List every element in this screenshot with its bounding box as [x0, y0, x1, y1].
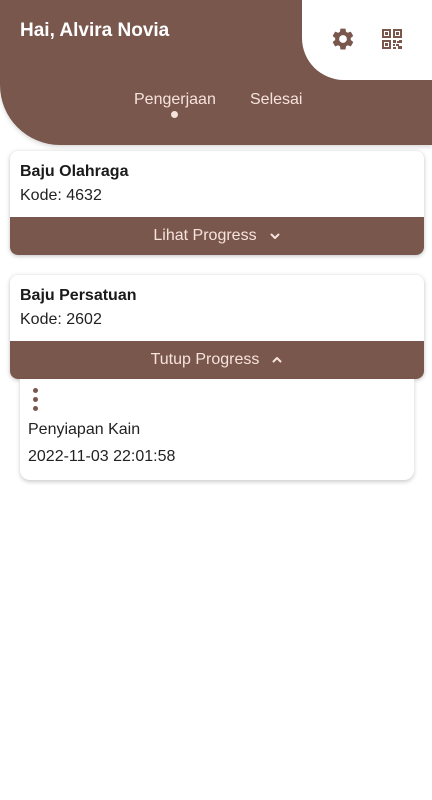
order-card: Baju Persatuan Kode: 2602 Tutup Progress — [10, 275, 424, 379]
order-card: Baju Olahraga Kode: 4632 Lihat Progress — [10, 151, 424, 255]
qr-scan-button[interactable] — [378, 25, 406, 53]
order-name: Baju Persatuan — [20, 287, 137, 304]
chevron-up-icon — [271, 354, 283, 366]
toggle-progress-label: Lihat Progress — [153, 227, 257, 244]
greeting-text: Hai, Alvira Novia — [20, 20, 170, 41]
view-progress-button[interactable]: Lihat Progress — [10, 217, 424, 255]
header-actions — [302, 0, 432, 80]
header: Hai, Alvira Novia Pengerjaan Selesai — [0, 0, 432, 145]
close-progress-button[interactable]: Tutup Progress — [10, 341, 424, 379]
active-tab-indicator — [171, 111, 178, 118]
status-tabs: Pengerjaan Selesai — [0, 91, 432, 131]
tab-pengerjaan[interactable]: Pengerjaan — [134, 91, 216, 109]
gear-icon — [332, 28, 354, 50]
more-vertical-icon — [32, 388, 40, 414]
progress-step-timestamp: 2022-11-03 22:01:58 — [28, 448, 176, 465]
tab-selesai[interactable]: Selesai — [250, 91, 302, 109]
order-name: Baju Olahraga — [20, 163, 129, 180]
toggle-progress-label: Tutup Progress — [150, 351, 260, 368]
qr-code-icon — [382, 29, 402, 49]
order-code: Kode: 2602 — [20, 311, 102, 328]
progress-step-name: Penyiapan Kain — [28, 421, 141, 438]
settings-button[interactable] — [329, 25, 357, 53]
order-code: Kode: 4632 — [20, 187, 102, 204]
progress-panel: Penyiapan Kain 2022-11-03 22:01:58 — [20, 379, 414, 480]
chevron-down-icon — [269, 230, 281, 242]
